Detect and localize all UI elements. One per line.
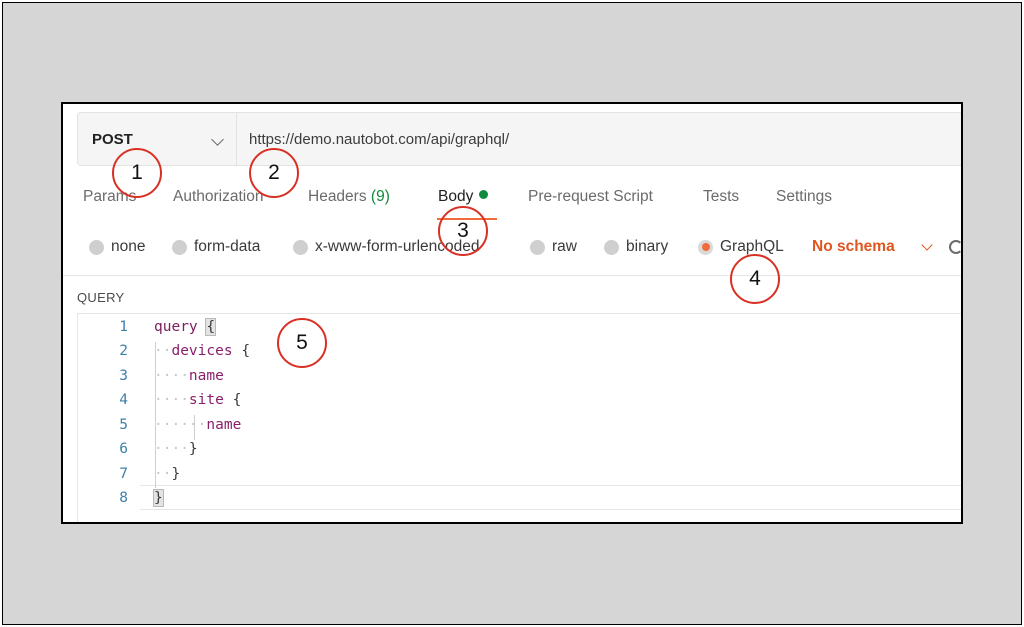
line-number: 2 bbox=[119, 343, 128, 359]
code-field: name bbox=[188, 368, 224, 384]
line-number: 6 bbox=[119, 441, 128, 457]
code-line: } bbox=[153, 489, 164, 507]
active-line-highlight bbox=[140, 485, 961, 510]
line-number: 3 bbox=[119, 368, 128, 384]
radio-form-data[interactable]: form-data bbox=[172, 238, 260, 256]
radio-icon bbox=[89, 239, 104, 255]
refresh-icon[interactable] bbox=[949, 240, 961, 254]
tab-body[interactable]: Body bbox=[438, 188, 489, 206]
callout-3: 3 bbox=[438, 206, 488, 256]
code-brace: } bbox=[188, 441, 198, 457]
scrollbar-track bbox=[962, 314, 963, 524]
callout-5: 5 bbox=[277, 318, 327, 368]
divider bbox=[63, 275, 961, 276]
code-line: query { bbox=[154, 318, 217, 336]
postman-request-panel: POST https://demo.nautobot.com/api/graph… bbox=[61, 102, 963, 524]
radio-binary[interactable]: binary bbox=[604, 238, 668, 256]
schema-select[interactable]: No schema bbox=[812, 238, 895, 256]
radio-selected-icon bbox=[698, 239, 713, 255]
code-field: site bbox=[188, 392, 224, 408]
url-text: https://demo.nautobot.com/api/graphql/ bbox=[249, 131, 510, 148]
tab-authorization[interactable]: Authorization bbox=[173, 188, 263, 206]
code-line: ··devices { bbox=[154, 343, 251, 359]
radio-label: binary bbox=[626, 238, 669, 255]
tab-body-label: Body bbox=[438, 188, 474, 205]
code-brace: } bbox=[171, 466, 181, 482]
line-number-gutter: 1 2 3 4 5 6 7 8 bbox=[78, 314, 140, 522]
method-label: POST bbox=[92, 131, 133, 148]
radio-icon bbox=[604, 239, 619, 255]
tab-tests[interactable]: Tests bbox=[703, 188, 739, 206]
callout-1: 1 bbox=[112, 148, 162, 198]
code-brace: { bbox=[232, 392, 242, 408]
code-line: ····site { bbox=[154, 392, 242, 408]
url-input[interactable]: https://demo.nautobot.com/api/graphql/ bbox=[237, 112, 961, 166]
line-number: 4 bbox=[119, 392, 128, 408]
code-line: ····name bbox=[154, 368, 224, 384]
radio-icon bbox=[530, 239, 545, 255]
headers-count: (9) bbox=[370, 188, 390, 205]
radio-label: form-data bbox=[194, 238, 261, 255]
line-number: 8 bbox=[119, 490, 128, 506]
chevron-down-icon bbox=[211, 133, 224, 146]
radio-icon bbox=[172, 239, 187, 255]
line-number: 7 bbox=[119, 466, 128, 482]
code-keyword: query bbox=[154, 319, 198, 335]
request-tabs: Params Authorization Headers (9) Body Pr… bbox=[63, 188, 961, 212]
query-section-label: QUERY bbox=[77, 290, 125, 305]
code-line: ······name bbox=[154, 417, 242, 433]
code-field: devices bbox=[171, 343, 233, 359]
tab-headers-label: Headers bbox=[308, 188, 367, 205]
radio-label: none bbox=[111, 238, 146, 255]
radio-graphql[interactable]: GraphQL bbox=[698, 238, 784, 256]
query-editor[interactable]: 1 2 3 4 5 6 7 8 query { ··devices { ····… bbox=[77, 313, 963, 524]
status-dot-icon bbox=[479, 190, 489, 199]
radio-raw[interactable]: raw bbox=[530, 238, 577, 256]
line-number: 1 bbox=[119, 319, 128, 335]
chevron-down-icon[interactable] bbox=[921, 239, 933, 251]
tab-headers[interactable]: Headers (9) bbox=[308, 188, 390, 206]
callout-4: 4 bbox=[730, 254, 780, 304]
code-field: name bbox=[206, 417, 242, 433]
code-brace: { bbox=[205, 318, 217, 336]
code-line: ··} bbox=[154, 466, 181, 482]
body-type-options: none form-data x-www-form-urlencoded raw… bbox=[63, 238, 961, 262]
radio-none[interactable]: none bbox=[89, 238, 145, 256]
tab-settings[interactable]: Settings bbox=[776, 188, 832, 206]
tab-pre-request-script[interactable]: Pre-request Script bbox=[528, 188, 653, 206]
radio-label: raw bbox=[552, 238, 577, 255]
code-line: ····} bbox=[154, 441, 198, 457]
line-number: 5 bbox=[119, 417, 128, 433]
code-brace: } bbox=[153, 489, 164, 507]
radio-icon bbox=[293, 239, 308, 255]
callout-2: 2 bbox=[249, 148, 299, 198]
code-brace: { bbox=[241, 343, 251, 359]
